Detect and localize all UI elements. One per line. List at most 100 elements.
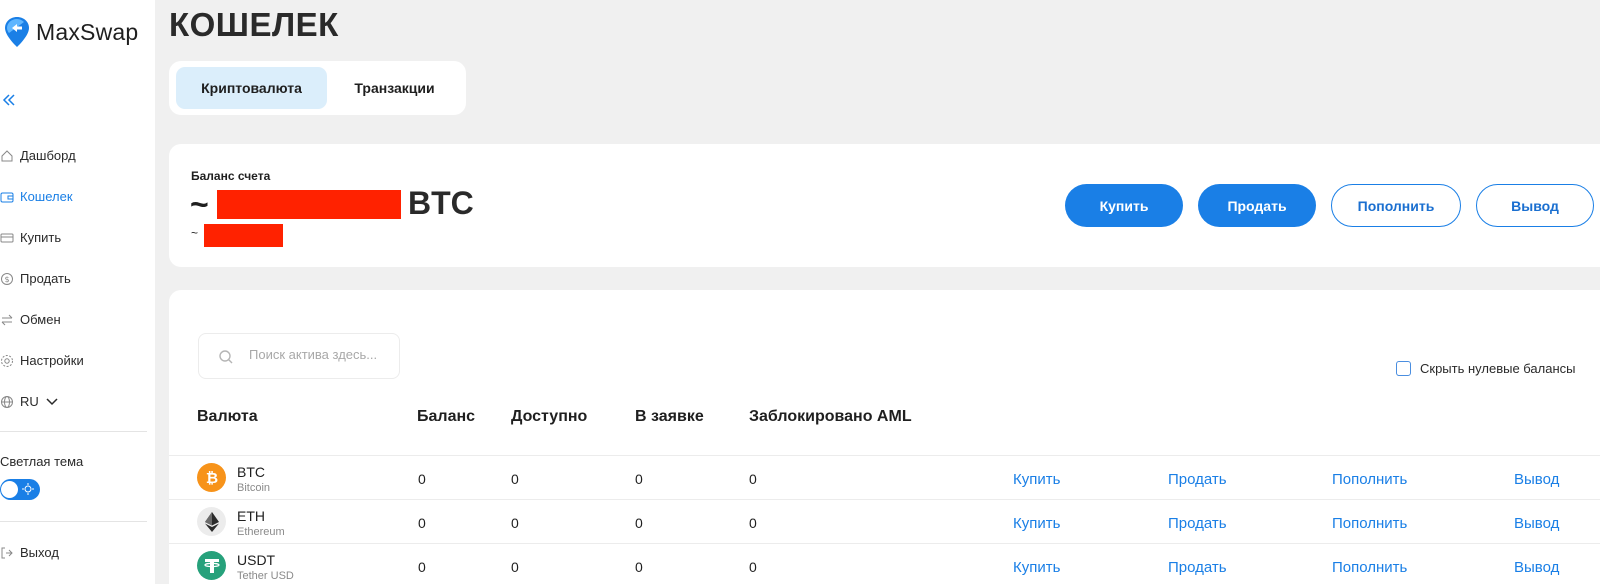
ethereum-icon xyxy=(197,507,226,536)
chevron-down-icon xyxy=(46,397,58,405)
bitcoin-icon: ₿ xyxy=(197,463,226,492)
tab-bar: Криптовалюта Транзакции xyxy=(169,61,466,115)
header-currency: Валюта xyxy=(197,408,258,425)
language-label: RU xyxy=(20,394,39,409)
coin-name: Bitcoin xyxy=(237,482,271,494)
hide-zero-balances[interactable]: Скрыть нулевые балансы xyxy=(1396,361,1576,376)
row-deposit-link[interactable]: Пополнить xyxy=(1332,471,1407,488)
balance-label: Баланс счета xyxy=(191,169,271,183)
maxswap-logo-icon xyxy=(5,17,29,47)
logo[interactable]: MaxSwap xyxy=(4,16,138,48)
coin-symbol: BTC xyxy=(237,464,265,480)
cell-in-order: 0 xyxy=(635,471,643,487)
row-deposit-link[interactable]: Пополнить xyxy=(1332,515,1407,532)
row-withdraw-link[interactable]: Вывод xyxy=(1514,471,1559,488)
row-withdraw-link[interactable]: Вывод xyxy=(1514,515,1559,532)
language-selector[interactable]: RU xyxy=(0,381,150,422)
coin-symbol: USDT xyxy=(237,552,276,568)
cell-blocked: 0 xyxy=(749,515,757,531)
collapse-sidebar-icon[interactable] xyxy=(2,90,16,111)
table-row: ₿ BTC Bitcoin 0 0 0 0 Купить Продать Поп… xyxy=(169,455,1600,499)
sidebar-item-label: Дашборд xyxy=(20,148,76,163)
tab-crypto[interactable]: Криптовалюта xyxy=(176,67,327,109)
header-balance: Баланс xyxy=(417,408,476,425)
search-input[interactable] xyxy=(249,347,389,362)
sun-icon xyxy=(22,483,34,495)
coin-name: Tether USD xyxy=(237,570,294,582)
header-in-order: В заявке xyxy=(635,408,704,425)
sidebar-item-exchange[interactable]: Обмен xyxy=(0,299,150,340)
balance-secondary-tilde: ~ xyxy=(191,226,199,240)
cell-available: 0 xyxy=(511,559,519,575)
row-withdraw-link[interactable]: Вывод xyxy=(1514,559,1559,576)
row-buy-link[interactable]: Купить xyxy=(1013,515,1060,532)
header-blocked-aml: Заблокировано AML xyxy=(749,408,912,425)
table-row: USDT Tether USD 0 0 0 0 Купить Продать П… xyxy=(169,543,1600,584)
tether-icon xyxy=(197,551,226,580)
sidebar-item-label: Кошелек xyxy=(20,189,73,204)
search-box[interactable] xyxy=(198,333,400,379)
sidebar: MaxSwap Дашборд Кошелек Купить $ Продать… xyxy=(0,0,155,584)
cell-available: 0 xyxy=(511,515,519,531)
assets-card: Скрыть нулевые балансы Валюта Баланс Дос… xyxy=(169,290,1600,584)
gear-icon xyxy=(1,354,13,367)
withdraw-button[interactable]: Вывод xyxy=(1476,184,1594,227)
cell-blocked: 0 xyxy=(749,471,757,487)
logo-text: MaxSwap xyxy=(36,18,139,45)
home-icon xyxy=(1,149,13,161)
buy-button[interactable]: Купить xyxy=(1065,184,1183,227)
balance-card: Баланс счета ~ BTC ~ Купить Продать Попо… xyxy=(169,144,1600,267)
row-sell-link[interactable]: Продать xyxy=(1168,515,1227,532)
sidebar-item-wallet[interactable]: Кошелек xyxy=(0,176,150,217)
deposit-button[interactable]: Пополнить xyxy=(1331,184,1461,227)
logout-button[interactable]: Выход xyxy=(0,545,59,560)
balance-unit: BTC xyxy=(408,185,474,221)
toggle-knob xyxy=(1,481,18,498)
redacted-secondary-value xyxy=(204,224,283,247)
sidebar-nav: Дашборд Кошелек Купить $ Продать Обмен Н… xyxy=(0,135,150,422)
sidebar-item-dashboard[interactable]: Дашборд xyxy=(0,135,150,176)
wallet-icon xyxy=(0,192,14,202)
svg-text:₿: ₿ xyxy=(205,469,217,487)
search-icon xyxy=(219,350,233,364)
dollar-icon: $ xyxy=(1,272,13,285)
sell-button[interactable]: Продать xyxy=(1198,184,1316,227)
card-icon xyxy=(0,233,14,242)
cell-available: 0 xyxy=(511,471,519,487)
sidebar-item-buy[interactable]: Купить xyxy=(0,217,150,258)
sidebar-divider xyxy=(0,521,147,522)
cell-balance: 0 xyxy=(418,559,426,575)
sidebar-item-label: Продать xyxy=(20,271,71,286)
svg-text:$: $ xyxy=(4,275,9,284)
sidebar-item-label: Обмен xyxy=(20,312,61,327)
logout-icon xyxy=(1,547,13,558)
hide-zero-checkbox[interactable] xyxy=(1396,361,1411,376)
globe-icon xyxy=(1,395,13,408)
row-buy-link[interactable]: Купить xyxy=(1013,559,1060,576)
cell-in-order: 0 xyxy=(635,559,643,575)
exchange-icon xyxy=(1,314,13,325)
sidebar-item-label: Купить xyxy=(20,230,62,245)
redacted-balance-value xyxy=(217,190,401,219)
row-sell-link[interactable]: Продать xyxy=(1168,471,1227,488)
cell-blocked: 0 xyxy=(749,559,757,575)
logout-label: Выход xyxy=(20,545,59,560)
sidebar-item-label: Настройки xyxy=(20,353,84,368)
header-available: Доступно xyxy=(511,408,588,425)
sidebar-item-settings[interactable]: Настройки xyxy=(0,340,150,381)
row-deposit-link[interactable]: Пополнить xyxy=(1332,559,1407,576)
row-buy-link[interactable]: Купить xyxy=(1013,471,1060,488)
coin-name: Ethereum xyxy=(237,526,285,538)
sidebar-item-sell[interactable]: $ Продать xyxy=(0,258,150,299)
theme-toggle[interactable] xyxy=(0,479,40,500)
theme-label: Светлая тема xyxy=(0,454,84,469)
coin-symbol: ETH xyxy=(237,508,265,524)
balance-tilde: ~ xyxy=(190,186,209,222)
page-title: КОШЕЛЕК xyxy=(169,6,339,43)
tab-transactions[interactable]: Транзакции xyxy=(329,67,460,109)
cell-in-order: 0 xyxy=(635,515,643,531)
cell-balance: 0 xyxy=(418,515,426,531)
row-sell-link[interactable]: Продать xyxy=(1168,559,1227,576)
table-row: ETH Ethereum 0 0 0 0 Купить Продать Попо… xyxy=(169,499,1600,543)
cell-balance: 0 xyxy=(418,471,426,487)
